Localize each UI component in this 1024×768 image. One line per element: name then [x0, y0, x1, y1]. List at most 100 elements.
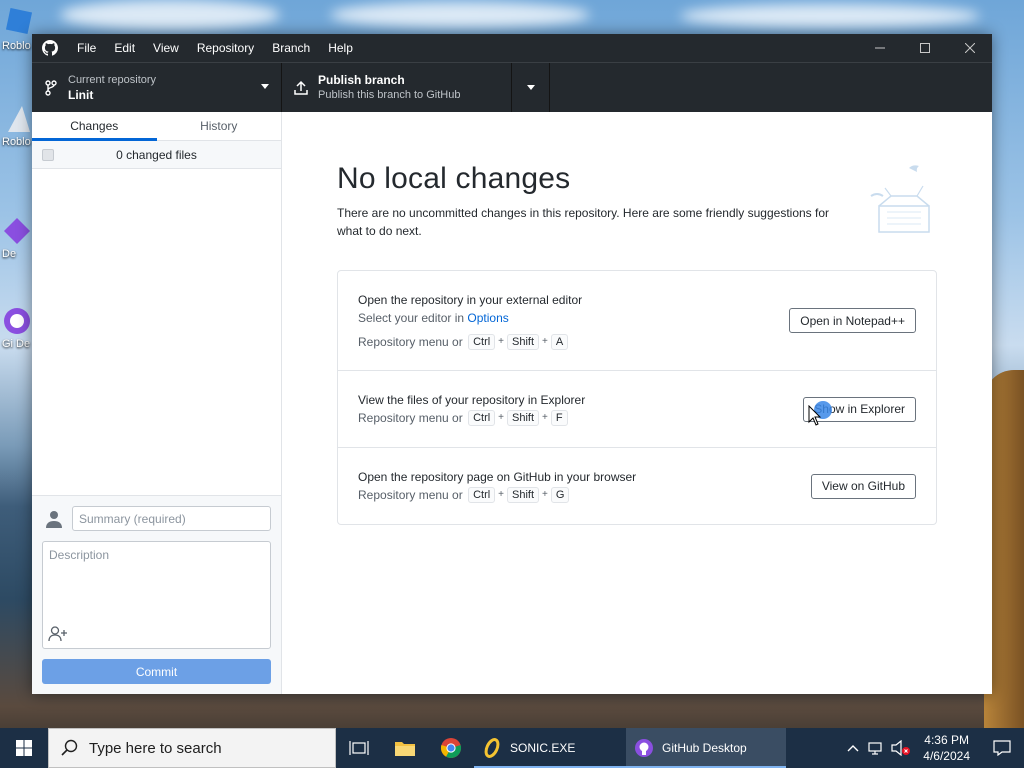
menu-branch[interactable]: Branch — [263, 41, 319, 55]
suggestions-list: Open the repository in your external edi… — [337, 270, 937, 525]
close-icon — [964, 43, 975, 53]
current-repository-dropdown[interactable]: Current repository Linit — [32, 63, 282, 112]
taskbar-search-box[interactable]: Type here to search — [48, 728, 336, 768]
open-in-editor-button[interactable]: Open in Notepad++ — [789, 308, 916, 333]
intro-text: There are no uncommitted changes in this… — [337, 206, 830, 238]
search-placeholder: Type here to search — [89, 739, 222, 757]
menu-repository[interactable]: Repository — [188, 41, 263, 55]
keyboard-shortcut: Repository menu or Ctrl + Shift + G — [358, 486, 811, 504]
repository-name: Linit — [68, 87, 94, 102]
chevron-down-icon — [261, 84, 269, 89]
view-on-github-button[interactable]: View on GitHub — [810, 473, 916, 499]
kbd-key: G — [550, 487, 570, 503]
suggestion-title: Open the repository in your external edi… — [358, 292, 583, 307]
keyboard-shortcut: Repository menu or Ctrl + Shift + A — [358, 333, 789, 351]
desktop-cloud — [330, 2, 590, 28]
description-field[interactable] — [42, 541, 271, 649]
taskbar-app-label: SONIC.EXE — [510, 741, 576, 755]
system-tray: 4:36 PM 4/6/2024 — [841, 728, 1024, 768]
changes-header: 0 changed files — [32, 141, 281, 169]
tab-history[interactable]: History — [157, 112, 282, 140]
options-link[interactable]: Options — [467, 311, 508, 325]
upload-icon — [292, 79, 310, 97]
window-controls — [857, 34, 992, 62]
chrome-button[interactable] — [428, 728, 474, 768]
select-all-checkbox[interactable] — [42, 148, 54, 161]
desktop-shortcut-label: Roblo — [2, 136, 31, 148]
commit-area: Commit — [32, 495, 281, 694]
task-view-button[interactable] — [336, 728, 382, 768]
kbd-key: Shift — [507, 333, 540, 350]
notification-icon — [993, 740, 1011, 756]
suggestion-open-editor: Open the repository in your external edi… — [338, 271, 936, 371]
desktop-shortcut-label: De — [2, 248, 17, 260]
kbd-key: Shift — [507, 410, 540, 426]
kbd-key: Ctrl — [468, 410, 496, 426]
system-clock[interactable]: 4:36 PM 4/6/2024 — [913, 732, 980, 764]
kbd-key: A — [550, 333, 569, 350]
title-bar: File Edit View Repository Branch Help — [32, 34, 992, 62]
changed-files-count: 0 changed files — [116, 147, 197, 162]
add-coauthor-icon[interactable] — [48, 626, 68, 642]
publish-options-dropdown[interactable] — [512, 63, 550, 112]
show-hidden-icons-button[interactable] — [841, 744, 865, 752]
publish-branch-title: Publish branch — [318, 72, 405, 87]
desktop-shortcut-label: Roblo — [2, 40, 31, 52]
kbd-key: Shift — [507, 487, 540, 503]
kbd-key: Ctrl — [468, 333, 496, 350]
publish-branch-subtitle: Publish this branch to GitHub — [318, 88, 461, 101]
mouse-cursor-icon — [808, 404, 822, 427]
volume-button[interactable] — [889, 740, 913, 756]
minimize-icon — [874, 47, 885, 49]
commit-button[interactable]: Commit — [42, 659, 271, 684]
main-panel: No local changes There are no uncommitte… — [282, 112, 992, 694]
maximize-icon — [919, 43, 930, 53]
kbd-key: Ctrl — [468, 487, 496, 503]
clock-date: 4/6/2024 — [923, 749, 970, 763]
suggestion-title: View the files of your repository in Exp… — [358, 393, 586, 407]
desktop-cloud — [60, 0, 280, 30]
shortcut-prefix: Repository menu or — [358, 411, 463, 425]
description-input[interactable] — [43, 542, 270, 620]
suggestion-view-github: Open the repository page on GitHub in yo… — [338, 448, 936, 524]
github-desktop-icon — [635, 739, 653, 757]
publish-branch-button[interactable]: Publish branch Publish this branch to Gi… — [282, 63, 512, 112]
suggestion-title: Open the repository page on GitHub in yo… — [358, 470, 637, 484]
taskbar-app-sonic[interactable]: SONIC.EXE — [474, 728, 626, 768]
volume-muted-icon — [891, 740, 911, 756]
shortcut-prefix: Repository menu or — [358, 334, 463, 349]
github-desktop-icon — [2, 306, 32, 336]
roblox-studio-icon — [2, 104, 32, 134]
maximize-button[interactable] — [902, 34, 947, 62]
repository-caption: Current repository — [68, 73, 157, 86]
menu-help[interactable]: Help — [319, 41, 362, 55]
chevron-down-icon — [526, 85, 535, 90]
shortcut-prefix: Repository menu or — [358, 488, 463, 502]
suggestion-show-explorer: View the files of your repository in Exp… — [338, 371, 936, 448]
start-button[interactable] — [0, 728, 48, 768]
github-desktop-window: File Edit View Repository Branch Help Cu… — [32, 34, 992, 694]
file-explorer-button[interactable] — [382, 728, 428, 768]
notification-center-button[interactable] — [980, 728, 1024, 768]
network-button[interactable] — [865, 741, 889, 755]
roblox-icon — [2, 7, 33, 38]
close-button[interactable] — [947, 34, 992, 62]
folder-icon — [395, 742, 415, 756]
search-icon — [61, 739, 78, 756]
menu-view[interactable]: View — [144, 41, 188, 55]
summary-input[interactable] — [72, 506, 271, 531]
menu-edit[interactable]: Edit — [105, 41, 144, 55]
desktop-shortcut-label: Gi De — [2, 338, 31, 350]
desktop-cloud — [680, 4, 980, 28]
taskbar-app-github-desktop[interactable]: GitHub Desktop — [626, 728, 786, 768]
avatar — [42, 507, 66, 531]
sonic-exe-icon — [484, 738, 500, 758]
tab-changes[interactable]: Changes — [32, 112, 157, 141]
task-view-icon — [349, 741, 369, 755]
repo-fork-icon — [42, 79, 60, 97]
menu-file[interactable]: File — [68, 41, 105, 55]
kbd-key: F — [550, 410, 568, 426]
minimize-button[interactable] — [857, 34, 902, 62]
chevron-up-icon — [847, 745, 859, 752]
app-icon — [2, 216, 32, 246]
